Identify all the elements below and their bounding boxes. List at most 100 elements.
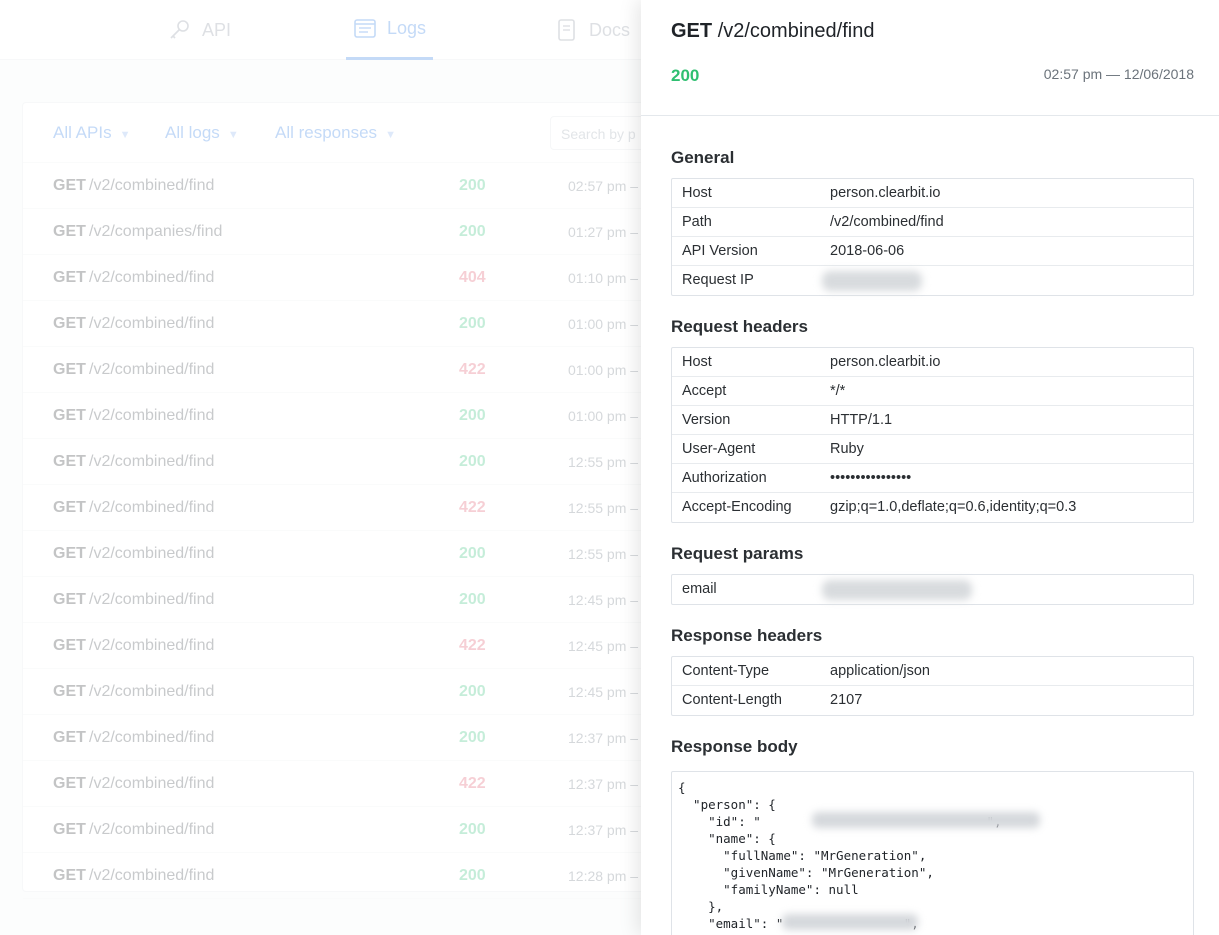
log-time: 12:45 pm – [568, 592, 639, 608]
log-row[interactable]: GET/v2/combined/find 200 12:45 pm – [23, 577, 663, 623]
filter-logs-dropdown[interactable]: All logs ▼ [165, 123, 239, 143]
kv-key: Authorization [682, 470, 767, 486]
kv-value: person.clearbit.io [830, 354, 941, 370]
log-row[interactable]: GET/v2/combined/find 200 12:37 pm – [23, 807, 663, 853]
filter-bar: All APIs ▼ All logs ▼ All responses ▼ Searc… [23, 103, 680, 163]
log-time: 12:55 pm – [568, 500, 639, 516]
request-headers-table: Host person.clearbit.io Accept */* Version HT… [671, 347, 1194, 523]
kv-row: Accept-Encoding gzip;q=1.0,deflate;q=0.6,… [672, 493, 1193, 522]
log-row[interactable]: GET/v2/combined/find 200 01:00 pm – [23, 301, 663, 347]
tab-docs-label: Docs [589, 19, 631, 40]
request-params-section-title: Request params [671, 544, 804, 563]
response-body-box: { "person": { "id": " ", "name": { "full… [671, 771, 1194, 935]
detail-method: GET [671, 20, 713, 42]
log-method: GET [53, 545, 86, 562]
response-body-section-title: Response body [671, 737, 798, 756]
log-time: 02:57 pm – [568, 178, 639, 194]
general-table: Host person.clearbit.io Path/v2/combined/f… [671, 178, 1194, 296]
log-method: GET [53, 729, 86, 746]
docs-icon [555, 18, 579, 42]
kv-key: Host [682, 354, 712, 370]
log-status: 200 [459, 729, 486, 746]
log-row[interactable]: GET/v2/combined/find 404 01:10 pm – [23, 255, 663, 301]
detail-path: /v2/combined/find [717, 20, 875, 42]
tab-docs[interactable]: Docs [555, 0, 630, 60]
log-status: 200 [459, 177, 486, 194]
filter-apis-label: All APIs [53, 123, 112, 142]
log-time: 01:27 pm – [568, 224, 639, 240]
general-section-title: General [671, 148, 735, 167]
kv-row: API Version 2018-06-06 [672, 237, 1193, 266]
log-method: GET [53, 683, 86, 700]
kv-value: /v2/combined/find [830, 214, 944, 230]
log-method: GET [53, 591, 86, 608]
kv-key: Path [682, 214, 712, 230]
log-status: 200 [459, 407, 486, 424]
log-row[interactable]: GET/v2/combined/find 200 12:45 pm – [23, 669, 663, 715]
kv-value: 2018-06-06 [830, 243, 905, 259]
redacted-value [822, 271, 922, 291]
log-row[interactable]: GET/v2/combined/find 200 02:57 pm – [23, 163, 663, 209]
log-row[interactable]: GET/v2/companies/find 200 01:27 pm – [23, 209, 663, 255]
log-time: 12:55 pm – [568, 546, 639, 562]
log-row[interactable]: GET/v2/combined/find 422 12:45 pm – [23, 623, 663, 669]
log-method: GET [53, 499, 86, 516]
kv-row: email [672, 575, 1193, 604]
kv-value: application/json [830, 663, 930, 679]
log-row[interactable]: GET/v2/combined/find 422 12:55 pm – [23, 485, 663, 531]
logs-icon [353, 17, 377, 41]
kv-key: Content-Length [682, 692, 782, 708]
log-path: /v2/combined/find [89, 545, 215, 562]
tab-api-label: API [202, 19, 232, 40]
kv-value: person.clearbit.io [830, 185, 941, 201]
kv-row: Version HTTP/1.1 [672, 406, 1193, 435]
log-status: 200 [459, 591, 486, 608]
tab-logs[interactable]: Logs [346, 0, 433, 60]
kv-row: Host person.clearbit.io [672, 348, 1193, 377]
log-row[interactable]: GET/v2/combined/find 422 12:37 pm – [23, 761, 663, 807]
log-time: 12:37 pm – [568, 822, 639, 838]
detail-header: GET /v2/combined/find 200 02:57 pm — 12/… [641, 0, 1219, 116]
log-path: /v2/combined/find [89, 499, 215, 516]
response-headers-section-title: Response headers [671, 626, 823, 645]
log-method: GET [53, 867, 86, 884]
kv-row: Accept */* [672, 377, 1193, 406]
request-params-table: email [671, 574, 1194, 605]
log-method: GET [53, 637, 86, 654]
log-status: 200 [459, 223, 486, 240]
key-icon [168, 18, 192, 42]
log-path: /v2/combined/find [89, 269, 215, 286]
kv-row: Content-Type application/json [672, 657, 1193, 686]
kv-value: •••••••••••••••• [830, 470, 912, 486]
chevron-down-icon: ▼ [119, 129, 131, 141]
filter-apis-dropdown[interactable]: All APIs ▼ [53, 123, 130, 143]
log-row[interactable]: GET/v2/combined/find 200 12:28 pm – [23, 853, 663, 899]
log-row[interactable]: GET/v2/combined/find 200 01:00 pm – [23, 393, 663, 439]
log-method: GET [53, 269, 86, 286]
log-path: /v2/combined/find [89, 637, 215, 654]
kv-row: Content-Length 2107 [672, 686, 1193, 715]
tab-api[interactable]: API [168, 0, 231, 60]
log-method: GET [53, 361, 86, 378]
log-status: 200 [459, 821, 486, 838]
response-headers-table: Content-Type application/json Content-Leng… [671, 656, 1194, 716]
redacted-value [822, 580, 972, 600]
filter-responses-dropdown[interactable]: All responses ▼ [275, 123, 396, 143]
kv-key: Version [682, 412, 731, 428]
log-time: 01:10 pm – [568, 270, 639, 286]
log-status: 200 [459, 867, 486, 884]
log-status: 422 [459, 499, 486, 516]
log-method: GET [53, 821, 86, 838]
log-row[interactable]: GET/v2/combined/find 422 01:00 pm – [23, 347, 663, 393]
log-row[interactable]: GET/v2/combined/find 200 12:55 pm – [23, 531, 663, 577]
log-path: /v2/combined/find [89, 591, 215, 608]
log-row[interactable]: GET/v2/combined/find 200 12:37 pm – [23, 715, 663, 761]
kv-key: Content-Type [682, 663, 770, 679]
log-path: /v2/companies/find [89, 223, 223, 240]
kv-row: User-Agent Ruby [672, 435, 1193, 464]
kv-row: Path/v2/combined/find [672, 208, 1193, 237]
log-time: 12:45 pm – [568, 638, 639, 654]
kv-key: User-Agent [682, 441, 756, 457]
log-path: /v2/combined/find [89, 775, 215, 792]
log-row[interactable]: GET/v2/combined/find 200 12:55 pm – [23, 439, 663, 485]
